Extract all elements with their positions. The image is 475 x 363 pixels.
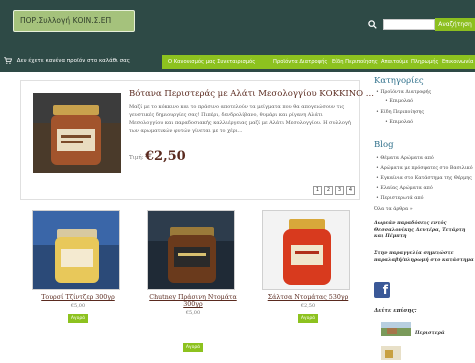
- nav-item-food[interactable]: Προϊόντα Διατροφής: [273, 59, 327, 65]
- search-icon: [368, 20, 377, 29]
- page: ΠΟΡ.Συλλογή ΚΟΙΝ.Σ.ΕΠ Αναζήτηση Δεν έχετ…: [0, 0, 475, 363]
- product-name[interactable]: Τουρσί Τζίντζερ 300γρ: [32, 294, 124, 301]
- nav-item-payment[interactable]: Πληρωμής: [411, 59, 439, 65]
- all-articles-link[interactable]: Όλα τα άρθρα »: [374, 207, 413, 212]
- tomato-sauce-jar-illustration: [263, 211, 349, 289]
- cart-text: Δεν έχετε κανένα προϊόν στο καλάθι σας: [16, 58, 131, 64]
- order-note: Στην παραγγελία σημειώστε παραλαβή/πληρω…: [374, 250, 474, 263]
- search-input[interactable]: [383, 19, 435, 30]
- nav-menu: Ο Κανονισμός μας Συνεταιρισμός Προϊόντα …: [162, 55, 475, 69]
- product-name[interactable]: Chutney Πράσινη Ντομάτα 300γρ: [147, 294, 239, 308]
- product-image[interactable]: [262, 210, 350, 290]
- product-price: €5,00: [185, 310, 201, 316]
- cart-summary[interactable]: Δεν έχετε κανένα προϊόν στο καλάθι σας: [4, 57, 130, 64]
- buy-button[interactable]: Αγορά: [298, 314, 318, 323]
- blog-post-title: Θέματα Αρώματα από: [380, 156, 434, 161]
- blog-post-link[interactable]: • Περιστερωτά από: [376, 196, 424, 201]
- sidebar: Κατηγορίες • Προϊόντα Διατροφής • Επιμολ…: [371, 74, 475, 363]
- category-link-care[interactable]: • Είδη Περιποίησης: [376, 110, 424, 115]
- search-button[interactable]: Αναζήτηση: [435, 18, 475, 31]
- blog-post-link[interactable]: • Ελαίας Αρώματα από: [376, 186, 433, 191]
- see-also-heading: Δείτε επίσης:: [374, 308, 417, 314]
- featured-product-description: Μαζί με το κόκκινο και το πράσινο αποτελ…: [129, 104, 351, 134]
- product-name[interactable]: Σάλτσα Ντομάτας 530γρ: [262, 294, 354, 301]
- category-link-food[interactable]: • Προϊόντα Διατροφής: [376, 90, 431, 95]
- jar-illustration: [33, 93, 121, 173]
- category-label: Επιμολαό: [389, 120, 414, 125]
- nav-item-regulation[interactable]: Ο Κανονισμός μας Συνεταιρισμός: [168, 59, 255, 65]
- category-sublink[interactable]: • Επιμολαό: [385, 120, 413, 125]
- see-also-thumbnail-2[interactable]: [381, 346, 401, 360]
- nav-item-requirements[interactable]: Απαιτούμε: [381, 59, 408, 65]
- chutney-jar-illustration: [148, 211, 234, 289]
- blog-post-title: Εγκαίνια στο Κατάστημα της Θέρμης: [380, 176, 472, 181]
- buy-button[interactable]: Αγορά: [68, 314, 88, 323]
- product-image[interactable]: [147, 210, 235, 290]
- logo-text: ΠΟΡ.Συλλογή ΚΟΙΝ.Σ.ΕΠ: [20, 16, 112, 25]
- featured-product-image[interactable]: [33, 93, 121, 173]
- nav-item-contact[interactable]: Επικοινωνία: [442, 59, 473, 65]
- category-sublink[interactable]: • Επιμολαό: [385, 99, 413, 104]
- buy-button[interactable]: Αγορά: [183, 343, 203, 352]
- nav-item-care[interactable]: Είδη Περιποίησης: [332, 59, 378, 65]
- featured-price: €2,50: [145, 149, 186, 164]
- category-label: Είδη Περιποίησης: [380, 110, 425, 115]
- featured-product: Βότανα Περιστεράς με Αλάτι Μεσολογγίου Κ…: [20, 80, 374, 200]
- featured-product-title[interactable]: Βότανα Περιστεράς με Αλάτι Μεσολογγίου Κ…: [129, 89, 374, 99]
- ginger-jar-illustration: [33, 211, 119, 289]
- product-price: €2,50: [300, 303, 316, 309]
- facebook-icon[interactable]: f: [374, 282, 390, 298]
- blog-post-title: Αρώματα με πρόσφατες στο Βασιλικό: [380, 166, 473, 171]
- product-image[interactable]: [32, 210, 120, 290]
- pager-page-1[interactable]: 1: [313, 186, 322, 195]
- site-header: ΠΟΡ.Συλλογή ΚΟΙΝ.Σ.ΕΠ Αναζήτηση: [0, 0, 475, 52]
- pager-page-2[interactable]: 2: [324, 186, 333, 195]
- blog-post-link[interactable]: • Θέματα Αρώματα από: [376, 156, 434, 161]
- blog-post-link[interactable]: • Αρώματα με πρόσφατες στο Βασιλικό: [376, 166, 473, 171]
- blog-post-title: Περιστερωτά από: [380, 196, 424, 201]
- category-label: Επιμολαό: [389, 99, 414, 104]
- price-label: Τιμή:: [129, 155, 144, 161]
- blog-post-title: Ελαίας Αρώματα από: [380, 186, 433, 191]
- pager-page-4[interactable]: 4: [346, 186, 355, 195]
- categories-heading: Κατηγορίες: [374, 76, 424, 86]
- see-also-thumbnail[interactable]: [381, 322, 411, 336]
- category-label: Προϊόντα Διατροφής: [380, 90, 432, 95]
- cart-icon: [4, 57, 12, 64]
- pager-page-3[interactable]: 3: [335, 186, 344, 195]
- site-logo[interactable]: ΠΟΡ.Συλλογή ΚΟΙΝ.Σ.ΕΠ: [13, 10, 135, 32]
- delivery-info: Δωρεάν παραδόσεις εντός Θεσσαλονίκης Δευ…: [374, 220, 466, 239]
- blog-heading: Blog: [374, 140, 394, 150]
- see-also-link[interactable]: Περιστερά: [415, 330, 445, 336]
- product-price: €5,00: [70, 303, 86, 309]
- blog-post-link[interactable]: • Εγκαίνια στο Κατάστημα της Θέρμης: [376, 176, 472, 181]
- main-navbar: Δεν έχετε κανένα προϊόν στο καλάθι σας Ο…: [0, 52, 475, 72]
